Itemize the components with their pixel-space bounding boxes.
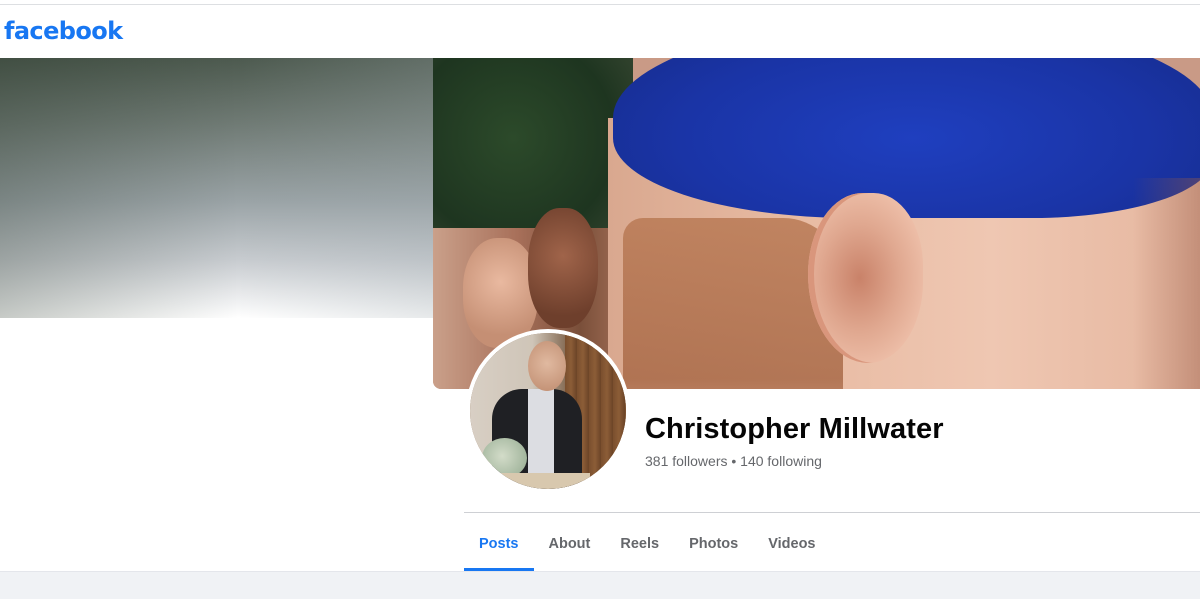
tab-reels[interactable]: Reels [605,516,674,571]
profile-tabs: Posts About Reels Photos Videos [464,516,831,571]
top-navigation-bar: facebook [0,5,1200,58]
facebook-profile-page: facebook Christopher Millwater 381 follo… [0,0,1200,599]
tab-posts[interactable]: Posts [464,516,534,571]
follower-stats[interactable]: 381 followers • 140 following [645,453,822,469]
profile-name: Christopher Millwater [645,413,944,445]
tabs-divider [464,512,1200,513]
cover-background-blur [0,58,433,318]
feed-background [0,571,1200,599]
tab-about[interactable]: About [534,516,606,571]
tab-photos[interactable]: Photos [674,516,753,571]
profile-picture[interactable] [466,329,630,493]
tab-videos[interactable]: Videos [753,516,830,571]
facebook-logo[interactable]: facebook [4,17,123,45]
